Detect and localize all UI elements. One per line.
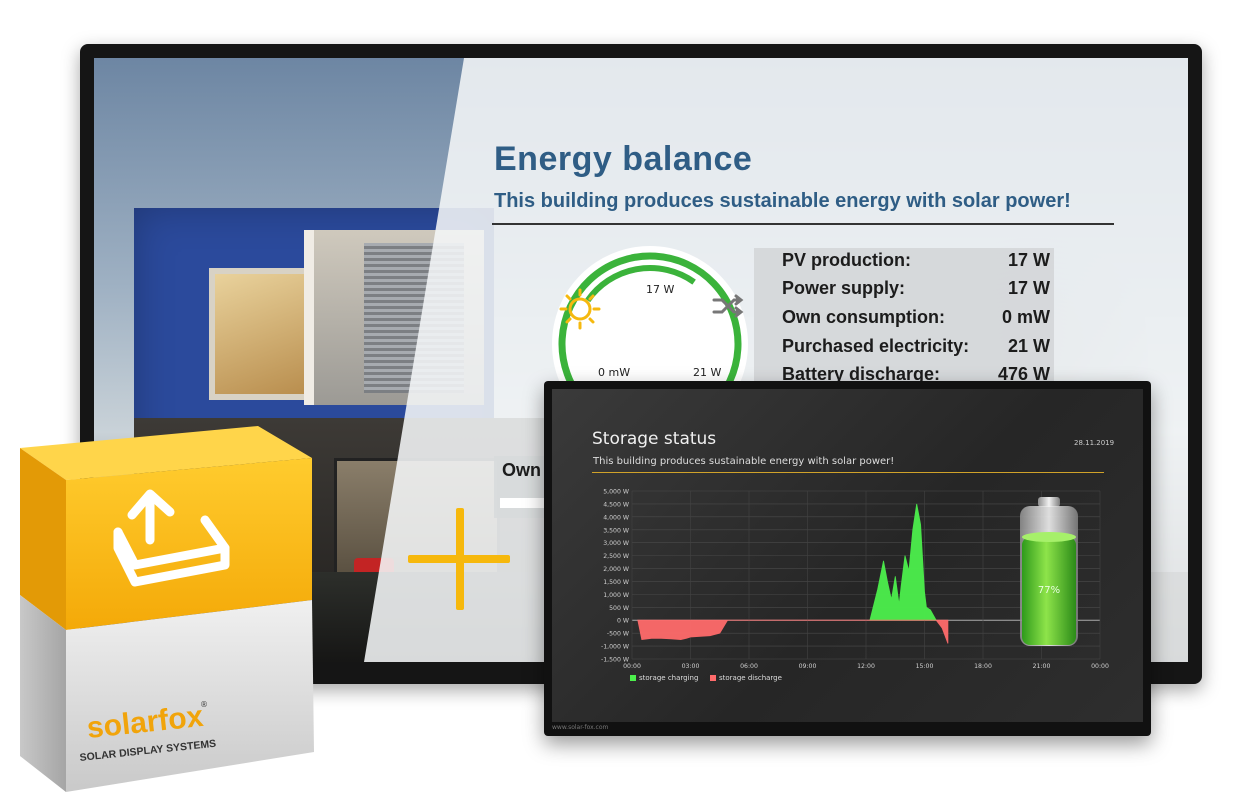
chart-y-tick-label: 2,500 W xyxy=(603,553,629,560)
registered-mark: ® xyxy=(200,700,208,709)
series-storage-discharge-area xyxy=(637,619,949,644)
battery-percent: 77% xyxy=(1038,585,1060,596)
chart-y-tick-label: 1,500 W xyxy=(603,579,629,586)
legend-label-discharge: storage discharge xyxy=(719,674,782,682)
legend-label-charging: storage charging xyxy=(639,674,699,682)
stat-row-pv-production: PV production: 17 W xyxy=(782,250,1050,278)
chart-y-tick-label: 1,000 W xyxy=(603,592,629,599)
storage-monitor-screen: Storage status 28.11.2019 This building … xyxy=(552,389,1143,722)
battery-icon: 77% xyxy=(1020,497,1078,646)
plus-icon-vertical xyxy=(456,508,464,610)
legend-discharge: storage discharge xyxy=(710,674,782,682)
energy-balance-subtitle: This building produces sustainable energ… xyxy=(494,190,1071,212)
software-product-box: solarfox ® SOLAR DISPLAY SYSTEMS xyxy=(20,426,314,792)
chart-x-tick-label: 00:00 xyxy=(1091,663,1109,670)
chart-y-tick-label: 3,500 W xyxy=(603,527,629,534)
chart-y-tick-label: -500 W xyxy=(607,631,629,638)
chart-x-tick-label: 12:00 xyxy=(857,663,875,670)
chart-x-tick-label: 00:00 xyxy=(623,663,641,670)
gauge-right-value: 21 W xyxy=(693,366,722,379)
stat-value: 0 mW xyxy=(1001,307,1050,327)
chart-y-tick-label: 5,000 W xyxy=(603,489,629,496)
stat-label: Power supply: xyxy=(782,278,906,298)
energy-balance-title: Energy balance xyxy=(494,140,753,178)
gauge-left-value: 0 mW xyxy=(598,366,631,379)
monitor-footer-url: www.solar-fox.com xyxy=(552,724,609,731)
stat-row-purchased-electricity: Purchased electricity: 21 W xyxy=(782,336,1050,364)
chart-y-tick-label: 0 W xyxy=(617,618,629,625)
stat-label: Purchased electricity: xyxy=(782,336,970,356)
title-divider xyxy=(492,223,1114,225)
chart-y-tick-label: 2,000 W xyxy=(603,566,629,573)
stat-row-power-supply: Power supply: 17 W xyxy=(782,278,1050,306)
chart-x-tick-label: 09:00 xyxy=(799,663,817,670)
chart-x-tick-label: 21:00 xyxy=(1033,663,1051,670)
chart-y-tick-label: 3,000 W xyxy=(603,540,629,547)
chart-y-tick-label: 4,500 W xyxy=(603,501,629,508)
legend-charging: storage charging xyxy=(630,674,698,682)
gauge-top-value: 17 W xyxy=(646,283,675,296)
stat-label: Own consumption: xyxy=(782,307,945,327)
storage-monitor: Storage status 28.11.2019 This building … xyxy=(544,381,1151,736)
stat-value: 17 W xyxy=(1007,278,1050,298)
chart-y-tick-label: 4,000 W xyxy=(603,514,629,521)
chart-y-tick-label: 500 W xyxy=(609,605,629,612)
chart-x-tick-label: 18:00 xyxy=(974,663,992,670)
series-storage-charging-area xyxy=(869,503,937,621)
chart-x-tick-label: 03:00 xyxy=(682,663,700,670)
stat-value: 21 W xyxy=(1007,336,1050,356)
legend-swatch-charging xyxy=(630,675,636,681)
house-window-lit xyxy=(209,268,311,400)
stat-value: 17 W xyxy=(1007,250,1050,270)
chart-x-tick-label: 06:00 xyxy=(740,663,758,670)
stat-label: PV production: xyxy=(782,250,911,270)
stat-row-own-consumption: Own consumption: 0 mW xyxy=(782,307,1050,335)
chart-y-tick-label: -1,000 W xyxy=(601,644,629,651)
legend-swatch-discharge xyxy=(710,675,716,681)
chart-x-tick-label: 15:00 xyxy=(916,663,934,670)
